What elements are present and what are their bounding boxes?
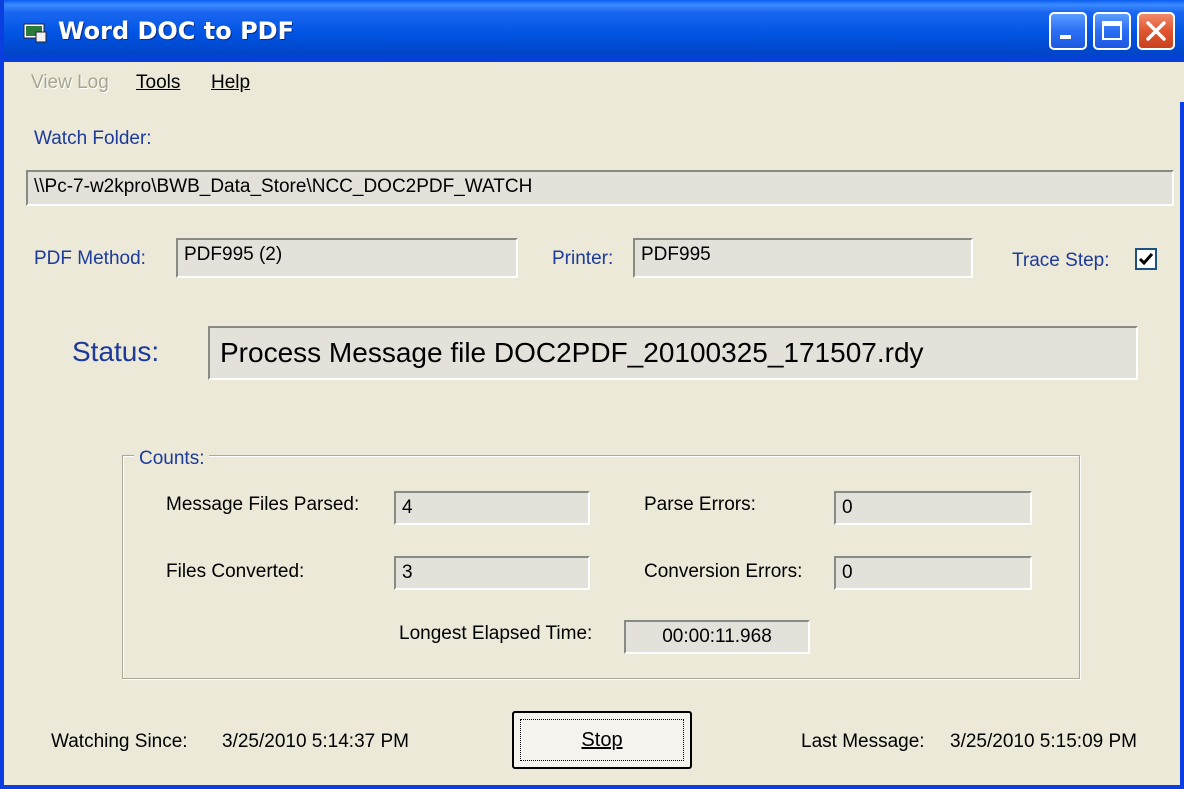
pdf-method-label: PDF Method: [34, 248, 146, 269]
checkmark-icon [1138, 253, 1154, 266]
message-files-parsed-field: 4 [394, 491, 590, 525]
counts-legend: Counts: [134, 448, 210, 470]
close-button[interactable] [1137, 12, 1175, 50]
close-icon [1146, 21, 1166, 41]
title-bar[interactable]: Word DOC to PDF [4, 0, 1184, 62]
watch-folder-field: \\Pc-7-w2kpro\BWB_Data_Store\NCC_DOC2PDF… [26, 170, 1174, 206]
files-converted-field: 3 [394, 556, 590, 590]
files-converted-label: Files Converted: [166, 561, 305, 582]
trace-step-checkbox[interactable] [1135, 248, 1157, 270]
status-label: Status: [72, 336, 160, 367]
longest-elapsed-field: 00:00:11.968 [624, 620, 810, 654]
watching-since-label: Watching Since: [51, 731, 188, 752]
app-icon [23, 23, 47, 43]
menu-view-log[interactable]: View Log [31, 72, 109, 94]
printer-field: PDF995 [633, 238, 973, 278]
watching-since-value: 3/25/2010 5:14:37 PM [222, 731, 409, 752]
longest-elapsed-label: Longest Elapsed Time: [399, 623, 593, 644]
conversion-errors-field: 0 [834, 556, 1032, 590]
conversion-errors-label: Conversion Errors: [644, 561, 803, 582]
message-files-parsed-label: Message Files Parsed: [166, 494, 360, 515]
printer-label: Printer: [552, 248, 614, 269]
maximize-button[interactable] [1093, 12, 1131, 50]
stop-button[interactable]: Stop [512, 711, 692, 769]
minimize-icon [1060, 35, 1071, 39]
window-title: Word DOC to PDF [58, 17, 294, 45]
last-message-value: 3/25/2010 5:15:09 PM [950, 731, 1137, 752]
stop-button-label: Stop [581, 728, 623, 751]
maximize-icon [1102, 21, 1122, 40]
pdf-method-field: PDF995 (2) [176, 238, 518, 278]
watch-folder-label: Watch Folder: [34, 128, 152, 149]
menu-bar: View Log Tools Help [8, 62, 1184, 102]
parse-errors-label: Parse Errors: [644, 494, 756, 515]
status-field: Process Message file DOC2PDF_20100325_17… [208, 326, 1138, 380]
menu-help[interactable]: Help [211, 72, 250, 94]
menu-tools[interactable]: Tools [136, 72, 180, 94]
last-message-label: Last Message: [801, 731, 925, 752]
trace-step-label: Trace Step: [1012, 250, 1110, 271]
minimize-button[interactable] [1049, 12, 1087, 50]
app-window: Word DOC to PDF View Log Tools Help Watc… [0, 0, 1184, 789]
parse-errors-field: 0 [834, 491, 1032, 525]
